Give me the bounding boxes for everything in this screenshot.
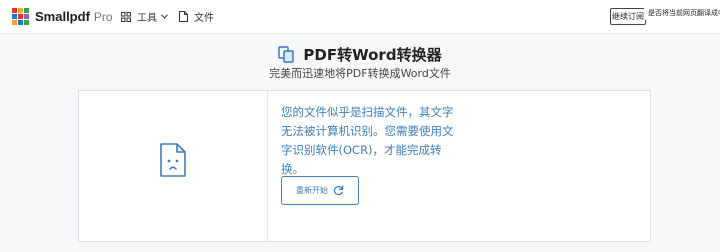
- sad-document-icon: [160, 143, 186, 177]
- nav-tools-label: 工具: [137, 13, 157, 24]
- restart-button-label: 重新开始: [296, 186, 328, 195]
- smallpdf-logo[interactable]: Smallpdf Pro: [12, 8, 113, 25]
- document-icon: [179, 11, 188, 22]
- refresh-icon: [333, 185, 344, 196]
- result-panel: 您的文件似乎是扫描文件，其文字无法被计算机识别。您需要使用文字识别软件(OCR)…: [78, 90, 651, 242]
- page-title: PDF转Word转换器: [303, 46, 442, 64]
- nav-files-label: 文件: [194, 13, 214, 24]
- subscribe-button[interactable]: 继续订阅: [610, 8, 646, 25]
- page-header: PDF转Word转换器: [0, 44, 720, 65]
- nav-tools-menu[interactable]: 工具: [121, 9, 174, 24]
- page-subtitle: 完美而迅速地将PDF转换成Word文件: [269, 67, 451, 80]
- ocr-warning-message: 您的文件似乎是扫描文件，其文字无法被计算机识别。您需要使用文字识别软件(OCR)…: [281, 105, 454, 176]
- translate-prompt[interactable]: 是否将当前网页翻译成中文: [644, 6, 720, 20]
- restart-button[interactable]: 重新开始: [281, 176, 359, 205]
- chevron-down-icon: [161, 14, 168, 19]
- logo-mark-icon: [12, 8, 29, 25]
- grid-icon: [121, 11, 131, 22]
- brand-suffix: Pro: [93, 9, 113, 24]
- top-navigation-bar: Smallpdf Pro 工具 文件 继续订阅 是否将当前网页翻译成中文: [0, 0, 720, 34]
- pdf-to-word-icon: [278, 46, 295, 63]
- brand-name: Smallpdf: [35, 9, 90, 24]
- file-preview-area: [79, 91, 268, 241]
- nav-files-link[interactable]: 文件: [179, 9, 214, 24]
